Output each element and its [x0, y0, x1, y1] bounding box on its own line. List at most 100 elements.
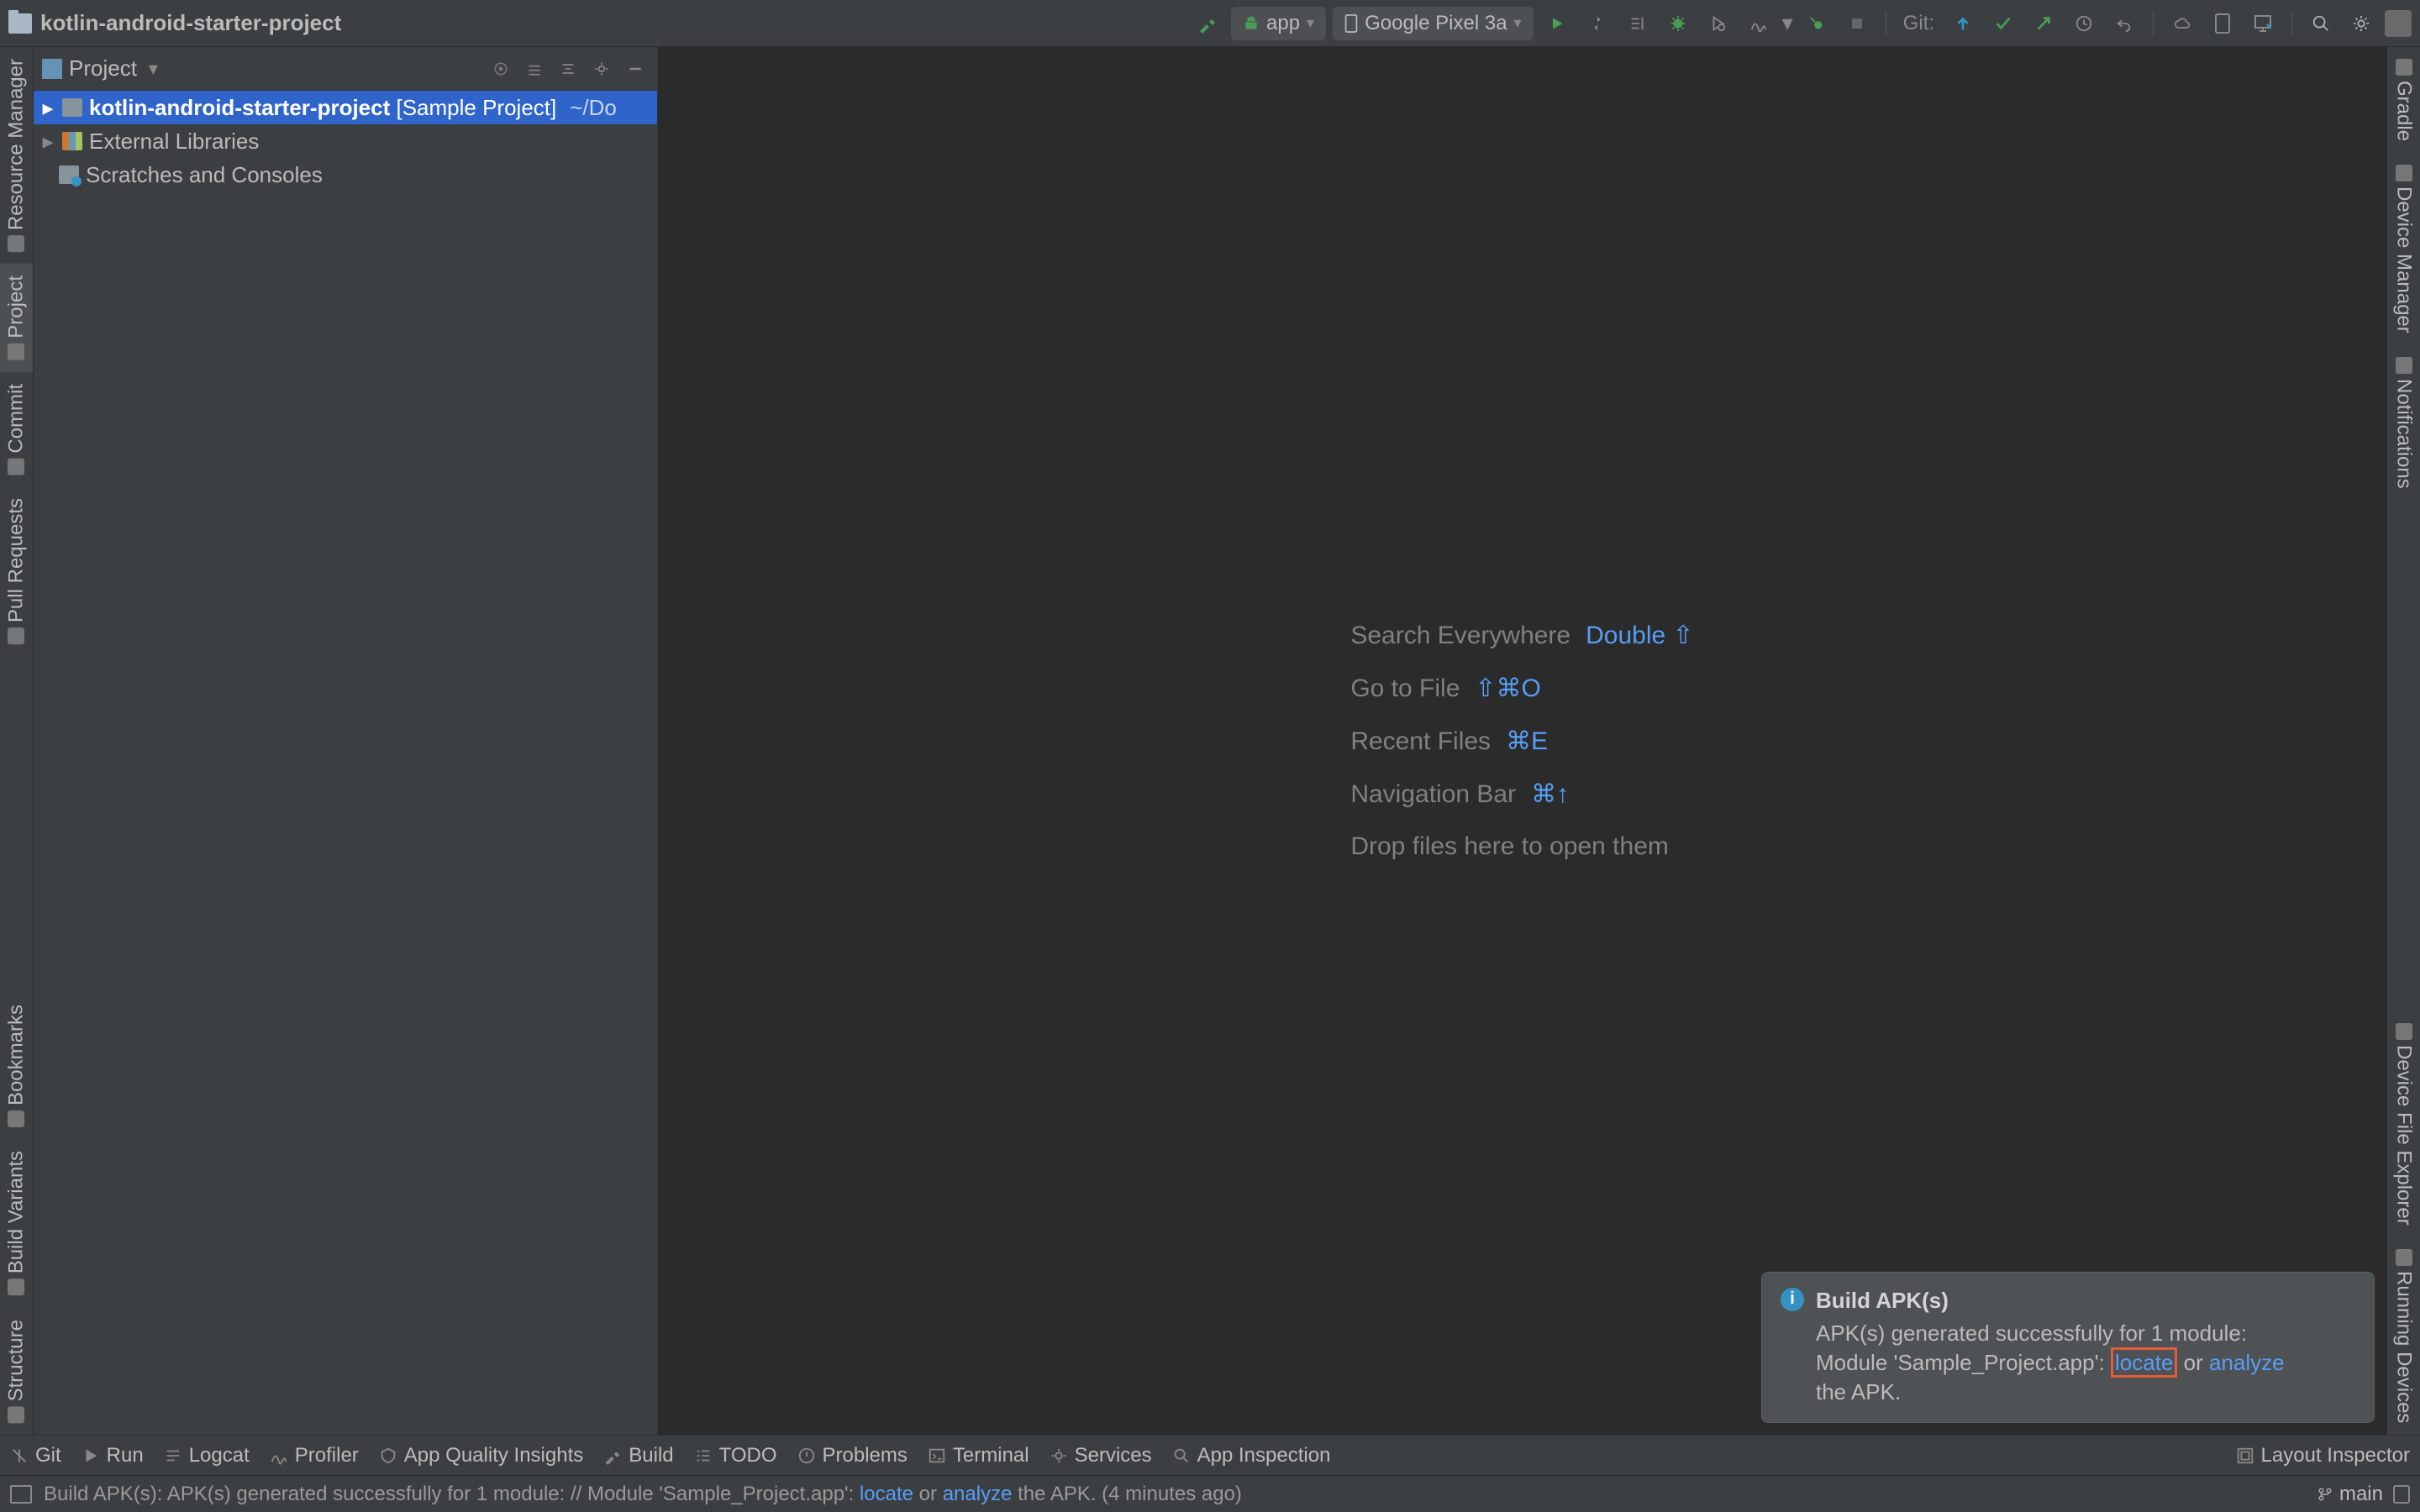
run-config-selector[interactable]: app ▾: [1231, 7, 1326, 40]
right-tool-gutter: Gradle Device Manager Notifications Devi…: [2386, 47, 2420, 1435]
right-tab-running-devices[interactable]: Running Devices: [2387, 1237, 2420, 1435]
project-title: kotlin-android-starter-project: [40, 10, 341, 36]
left-tab-build-variants[interactable]: Build Variants: [0, 1139, 33, 1307]
bottom-tab-layout-inspector[interactable]: Layout Inspector: [2236, 1444, 2410, 1467]
project-view-selector[interactable]: Project: [69, 55, 137, 81]
hint-key: ⇧⌘O: [1475, 674, 1540, 703]
bottom-tab-git[interactable]: Git: [10, 1444, 61, 1467]
hint-search-everywhere: Search Everywhere: [1350, 622, 1570, 650]
chevron-down-icon: ▾: [1307, 14, 1314, 32]
hint-go-to-file: Go to File: [1350, 675, 1460, 703]
status-bar: Build APK(s): APK(s) generated successfu…: [0, 1475, 2420, 1512]
left-tab-bookmarks[interactable]: Bookmarks: [0, 993, 33, 1139]
debug-button[interactable]: [1661, 7, 1695, 40]
vcs-commit-icon[interactable]: [1986, 7, 2020, 40]
notification-line3: the APK.: [1816, 1379, 1901, 1404]
left-tab-structure[interactable]: Structure: [0, 1308, 33, 1435]
tree-root-suffix: [Sample Project]: [396, 95, 556, 120]
run-config-label: app: [1266, 12, 1300, 35]
attach-debugger-icon[interactable]: [1800, 7, 1833, 40]
status-analyze-link[interactable]: analyze: [943, 1483, 1013, 1505]
tree-caret-icon[interactable]: ▸: [40, 129, 55, 155]
scratches-icon: [59, 165, 79, 184]
bottom-tab-terminal[interactable]: Terminal: [928, 1444, 1029, 1467]
left-tab-pull-requests[interactable]: Pull Requests: [0, 486, 33, 656]
left-tool-gutter: Resource Manager Project Commit Pull Req…: [0, 47, 34, 1435]
left-tab-project[interactable]: Project: [0, 264, 33, 372]
hint-navigation-bar: Navigation Bar: [1350, 780, 1516, 809]
run-button[interactable]: [1540, 7, 1574, 40]
cloud-icon[interactable]: [2165, 7, 2199, 40]
device-selector[interactable]: Google Pixel 3a ▾: [1333, 7, 1534, 40]
sdk-manager-icon[interactable]: [2246, 7, 2280, 40]
right-tab-gradle[interactable]: Gradle: [2387, 47, 2420, 153]
status-locate-link[interactable]: locate: [860, 1483, 913, 1505]
hide-panel-icon[interactable]: [622, 55, 649, 82]
device-label: Google Pixel 3a: [1365, 12, 1507, 35]
chevron-down-icon[interactable]: ▾: [144, 58, 158, 80]
collapse-all-icon[interactable]: [555, 55, 581, 82]
project-panel-header: Project ▾: [34, 47, 657, 91]
project-tree[interactable]: ▸ kotlin-android-starter-project [Sample…: [34, 91, 657, 1435]
bottom-tab-run[interactable]: Run: [82, 1444, 144, 1467]
tree-root-row[interactable]: ▸ kotlin-android-starter-project [Sample…: [34, 91, 657, 124]
bottom-tab-problems[interactable]: Problems: [797, 1444, 908, 1467]
bottom-tool-strip: Git Run Logcat Profiler App Quality Insi…: [0, 1435, 2420, 1475]
account-avatar[interactable]: [2385, 10, 2412, 37]
bottom-tab-profiler[interactable]: Profiler: [270, 1444, 359, 1467]
status-message: Build APK(s): APK(s) generated successfu…: [44, 1483, 1242, 1506]
vcs-push-icon[interactable]: [2027, 7, 2060, 40]
settings-gear-icon[interactable]: [2344, 7, 2378, 40]
coverage-icon[interactable]: [1702, 7, 1735, 40]
info-icon: i: [1781, 1288, 1804, 1311]
lock-icon[interactable]: [2393, 1485, 2410, 1504]
project-folder-icon: [8, 13, 32, 34]
notification-locate-link[interactable]: locate: [2111, 1347, 2177, 1378]
hint-key: ⌘E: [1506, 727, 1548, 756]
tree-caret-icon[interactable]: ▸: [40, 95, 55, 121]
right-tab-notifications[interactable]: Notifications: [2387, 345, 2420, 501]
left-tab-commit[interactable]: Commit: [0, 372, 33, 487]
bottom-tab-app-quality[interactable]: App Quality Insights: [379, 1444, 583, 1467]
notification-body: APK(s) generated successfully for 1 modu…: [1816, 1319, 2285, 1407]
apply-code-changes-icon[interactable]: [1621, 7, 1655, 40]
branch-icon: [2317, 1487, 2333, 1502]
vcs-history-icon[interactable]: [2067, 7, 2101, 40]
expand-all-icon[interactable]: [521, 55, 548, 82]
profile-icon[interactable]: [1742, 7, 1776, 40]
bottom-tab-services[interactable]: Services: [1050, 1444, 1152, 1467]
bottom-tab-logcat[interactable]: Logcat: [164, 1444, 250, 1467]
project-tool-window: Project ▾ ▸ kotlin-android-starter-proje…: [34, 47, 658, 1435]
notification-analyze-link[interactable]: analyze: [2209, 1350, 2285, 1375]
git-branch-widget[interactable]: main: [2317, 1483, 2383, 1506]
avd-manager-icon[interactable]: [2206, 7, 2239, 40]
notification-line2-pre: Module 'Sample_Project.app':: [1816, 1350, 2111, 1375]
tree-item-label: External Libraries: [89, 129, 259, 155]
hint-key: Double ⇧: [1586, 621, 1694, 650]
select-opened-file-icon[interactable]: [487, 55, 514, 82]
bottom-tab-todo[interactable]: TODO: [694, 1444, 777, 1467]
apply-changes-icon[interactable]: [1581, 7, 1614, 40]
editor-empty-area[interactable]: Search Everywhere Double ⇧ Go to File ⇧⌘…: [658, 47, 2386, 1435]
vcs-update-icon[interactable]: [1946, 7, 1980, 40]
right-tab-device-file-explorer[interactable]: Device File Explorer: [2387, 1011, 2420, 1237]
build-notification: i Build APK(s) APK(s) generated successf…: [1761, 1272, 2375, 1423]
left-tab-resource-manager[interactable]: Resource Manager: [0, 47, 33, 264]
hint-recent-files: Recent Files: [1350, 727, 1491, 756]
build-hammer-icon[interactable]: [1191, 7, 1224, 40]
vcs-rollback-icon[interactable]: [2107, 7, 2141, 40]
hint-key: ⌘↑: [1531, 780, 1569, 809]
bottom-tab-app-inspection[interactable]: App Inspection: [1172, 1444, 1331, 1467]
bottom-tab-build[interactable]: Build: [603, 1444, 673, 1467]
folder-icon: [62, 98, 82, 117]
search-icon[interactable]: [2304, 7, 2338, 40]
chevron-down-icon: ▾: [1514, 14, 1522, 32]
stop-button[interactable]: [1840, 7, 1874, 40]
right-tab-device-manager[interactable]: Device Manager: [2387, 153, 2420, 345]
status-toggle-icon[interactable]: [10, 1485, 32, 1504]
panel-settings-gear-icon[interactable]: [588, 55, 615, 82]
chevron-down-icon[interactable]: ▾: [1782, 10, 1793, 36]
tree-scratches-row[interactable]: Scratches and Consoles: [34, 158, 657, 192]
tree-external-libs-row[interactable]: ▸ External Libraries: [34, 124, 657, 158]
notification-title: Build APK(s): [1816, 1288, 2285, 1314]
